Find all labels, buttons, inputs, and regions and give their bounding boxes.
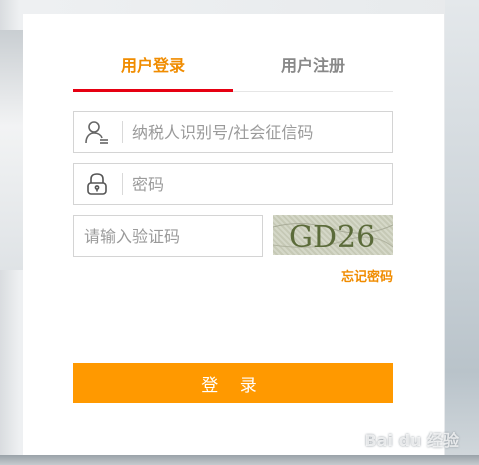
tab-user-login[interactable]: 用户登录 <box>73 47 233 89</box>
login-button[interactable]: 登 录 <box>73 363 393 403</box>
captcha-text: GD26 <box>289 220 375 255</box>
password-input[interactable] <box>132 164 382 204</box>
captcha-field <box>73 215 263 257</box>
captcha-input[interactable] <box>84 216 254 256</box>
username-field <box>73 111 393 153</box>
active-tab-indicator <box>73 89 233 92</box>
user-icon <box>82 118 112 146</box>
background-right <box>445 0 479 465</box>
captcha-image[interactable]: GD26 <box>273 215 393 255</box>
lock-icon <box>82 170 112 198</box>
tab-bar: 用户登录 用户注册 <box>73 47 393 92</box>
watermark: Bai du 经验 <box>364 431 459 450</box>
forgot-password-link[interactable]: 忘记密码 <box>313 266 393 285</box>
username-input[interactable] <box>132 112 382 152</box>
tab-user-register[interactable]: 用户注册 <box>233 47 393 89</box>
background-bottom <box>0 455 479 465</box>
login-card: 用户登录 用户注册 纳税人识别号/社会征信码 请输入验证码 GD26 忘记密码 … <box>23 14 444 455</box>
password-field <box>73 163 393 205</box>
field-separator <box>122 173 123 195</box>
field-separator <box>122 121 123 143</box>
